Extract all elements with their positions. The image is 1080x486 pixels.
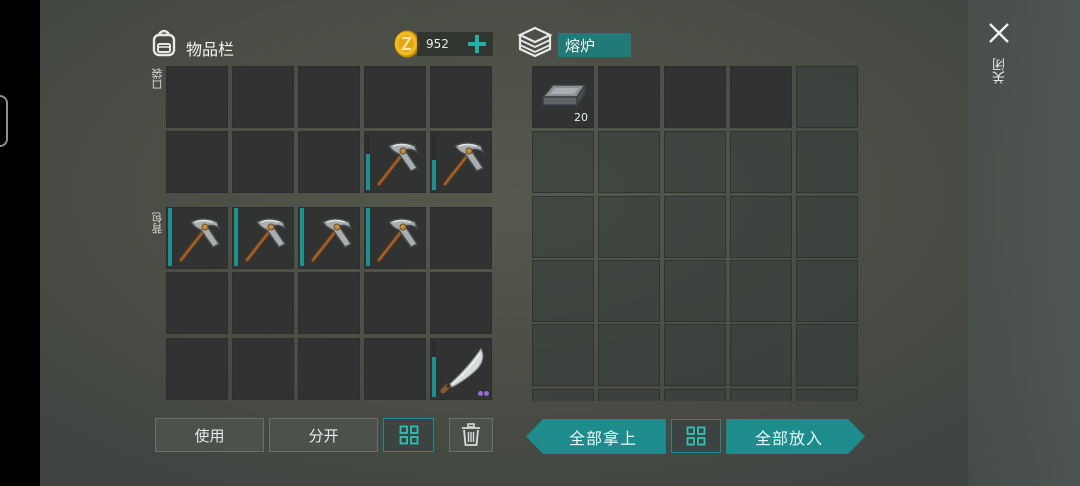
furnace-slot-18[interactable] — [664, 260, 726, 322]
backpack-slot-6[interactable] — [166, 272, 228, 334]
pickaxe-icon — [239, 214, 289, 264]
close-label: 关闭 — [993, 58, 1008, 84]
put-all-label: 全部放入 — [754, 428, 823, 448]
furnace-slot-12[interactable] — [598, 196, 660, 258]
pocket-slot-7[interactable] — [232, 131, 294, 193]
furnace-title: 熔炉 — [565, 37, 596, 55]
item-count: 20 — [574, 111, 588, 124]
backpack-slot-13[interactable] — [298, 338, 360, 400]
backpack-slot-5[interactable] — [430, 207, 492, 269]
split-button[interactable]: 分开 — [269, 418, 378, 452]
pickaxe-icon — [173, 214, 223, 264]
furnace-slot-29[interactable] — [730, 389, 792, 401]
backpack-slot-2[interactable] — [232, 207, 294, 269]
furnace-slot-10[interactable] — [796, 131, 858, 193]
backpack-slot-3[interactable] — [298, 207, 360, 269]
pocket-slot-2[interactable] — [232, 66, 294, 128]
durability-bar — [432, 357, 436, 397]
backpack-slot-11[interactable] — [166, 338, 228, 400]
furnace-slot-15[interactable] — [796, 196, 858, 258]
plus-icon — [466, 33, 488, 55]
inventory-title: 物品栏 — [186, 40, 235, 59]
furnace-slot-24[interactable] — [730, 324, 792, 386]
pocket-slot-10[interactable] — [430, 131, 492, 193]
pickaxe-icon — [371, 138, 421, 188]
pocket-slot-4[interactable] — [364, 66, 426, 128]
quality-dot — [478, 391, 483, 396]
furnace-slot-21[interactable] — [532, 324, 594, 386]
sort-inventory-button[interactable] — [383, 418, 434, 452]
durability-bar — [234, 208, 238, 266]
backpack-slot-10[interactable] — [430, 272, 492, 334]
durability-bar — [168, 208, 172, 266]
grid-icon — [686, 426, 706, 446]
take-all-label: 全部拿上 — [568, 428, 637, 448]
backpack-slot-8[interactable] — [298, 272, 360, 334]
backpack-slot-12[interactable] — [232, 338, 294, 400]
pocket-slot-9[interactable] — [364, 131, 426, 193]
pocket-slot-1[interactable] — [166, 66, 228, 128]
durability-bar — [432, 160, 436, 190]
pickaxe-icon — [305, 214, 355, 264]
furnace-slot-14[interactable] — [730, 196, 792, 258]
coin-count: 952 — [426, 37, 449, 51]
pocket-slot-8[interactable] — [298, 131, 360, 193]
furnace-slot-20[interactable] — [796, 260, 858, 322]
put-all-button[interactable]: 全部放入 — [726, 419, 865, 454]
furnace-slot-2[interactable] — [598, 66, 660, 128]
pocket-slot-6[interactable] — [166, 131, 228, 193]
durability-bar — [366, 208, 370, 266]
trash-icon — [461, 423, 481, 447]
close-icon — [988, 22, 1010, 44]
take-all-button[interactable]: 全部拿上 — [526, 419, 666, 454]
backpack-slot-9[interactable] — [364, 272, 426, 334]
pickaxe-icon — [437, 138, 487, 188]
furnace-slot-23[interactable] — [664, 324, 726, 386]
furnace-slot-28[interactable] — [664, 389, 726, 401]
furnace-slot-13[interactable] — [664, 196, 726, 258]
pickaxe-icon — [371, 214, 421, 264]
add-coins-button[interactable] — [466, 33, 488, 55]
furnace-icon — [517, 26, 553, 58]
furnace-slot-27[interactable] — [598, 389, 660, 401]
backpack-icon — [150, 28, 178, 58]
use-button[interactable]: 使用 — [155, 418, 264, 452]
furnace-slot-4[interactable] — [730, 66, 792, 128]
furnace-slot-30[interactable] — [796, 389, 858, 401]
grid-icon — [399, 425, 419, 445]
furnace-slot-17[interactable] — [598, 260, 660, 322]
close-button[interactable]: 关闭 — [982, 16, 1016, 100]
furnace-slot-1[interactable]: 20 — [532, 66, 594, 128]
furnace-slot-5[interactable] — [796, 66, 858, 128]
quality-dot — [484, 391, 489, 396]
backpack-slot-1[interactable] — [166, 207, 228, 269]
furnace-slot-7[interactable] — [598, 131, 660, 193]
pocket-slot-5[interactable] — [430, 66, 492, 128]
furnace-slot-11[interactable] — [532, 196, 594, 258]
backpack-label: 背包 — [151, 212, 164, 234]
durability-bar — [300, 208, 304, 266]
backpack-slot-4[interactable] — [364, 207, 426, 269]
screen-notch — [0, 95, 8, 147]
furnace-slot-22[interactable] — [598, 324, 660, 386]
furnace-slot-8[interactable] — [664, 131, 726, 193]
backpack-slot-14[interactable] — [364, 338, 426, 400]
furnace-slot-19[interactable] — [730, 260, 792, 322]
furnace-slot-26[interactable] — [532, 389, 594, 401]
pocket-label: 口袋 — [151, 68, 164, 90]
machete-icon — [437, 345, 487, 395]
furnace-slot-3[interactable] — [664, 66, 726, 128]
backpack-slot-7[interactable] — [232, 272, 294, 334]
durability-bar — [366, 154, 370, 190]
backpack-slot-15[interactable] — [430, 338, 492, 400]
sort-furnace-button[interactable] — [671, 419, 721, 453]
pocket-slot-3[interactable] — [298, 66, 360, 128]
furnace-slot-25[interactable] — [796, 324, 858, 386]
trash-button[interactable] — [449, 418, 493, 452]
furnace-slot-9[interactable] — [730, 131, 792, 193]
furnace-slot-16[interactable] — [532, 260, 594, 322]
furnace-slot-6[interactable] — [532, 131, 594, 193]
